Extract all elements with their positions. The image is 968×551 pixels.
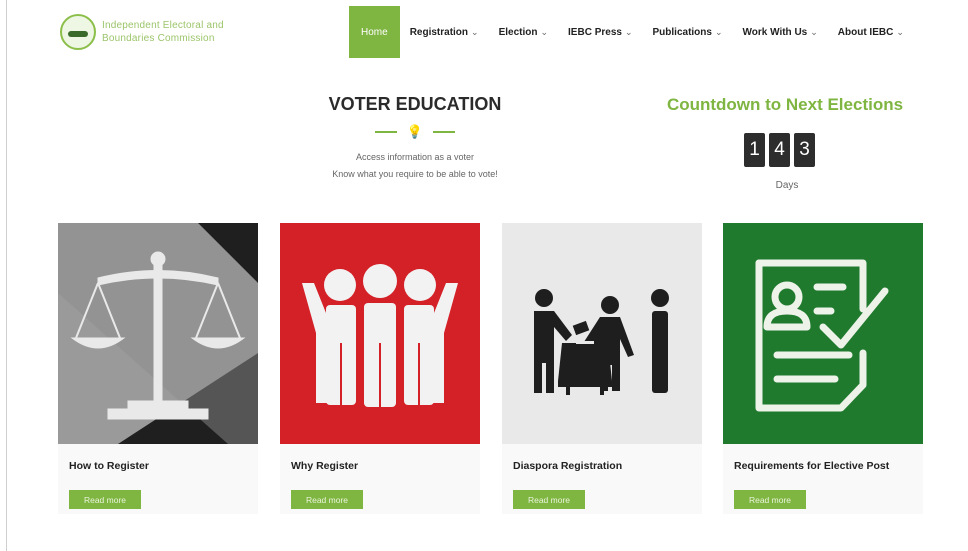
nav-iebc-press[interactable]: IEBC Press ⌄: [558, 6, 642, 58]
logo-line-1: Independent Electoral and: [102, 20, 224, 31]
iebc-logo[interactable]: Independent Electoral and Boundaries Com…: [60, 14, 224, 50]
nav-home[interactable]: Home: [349, 6, 400, 58]
card-why-register[interactable]: Why Register Read more: [280, 223, 480, 514]
nav-election[interactable]: Election ⌄: [489, 6, 558, 58]
card-image[interactable]: [502, 223, 702, 444]
card-title[interactable]: How to Register: [69, 460, 149, 472]
countdown-digit: 3: [794, 133, 815, 167]
card-requirements-elective-post[interactable]: Requirements for Elective Post Read more: [723, 223, 923, 514]
lightbulb-icon: 💡: [406, 124, 424, 139]
countdown-unit: Days: [775, 180, 799, 191]
countdown-digit: 1: [744, 133, 765, 167]
card-diaspora-registration[interactable]: Diaspora Registration Read more: [502, 223, 702, 514]
chevron-down-icon: ⌄: [624, 26, 633, 37]
read-more-button[interactable]: Read more: [513, 490, 585, 509]
nav-work-with-us[interactable]: Work With Us ⌄: [733, 6, 828, 58]
card-caption: Why Register Read more: [280, 444, 480, 514]
card-title[interactable]: Requirements for Elective Post: [734, 460, 889, 472]
read-more-button[interactable]: Read more: [734, 490, 806, 509]
chevron-down-icon: ⌄: [471, 26, 479, 37]
iebc-emblem-icon: [60, 14, 96, 50]
card-how-to-register[interactable]: How to Register Read more: [58, 223, 258, 514]
chevron-down-icon: ⌄: [896, 26, 904, 37]
nav-publications[interactable]: Publications ⌄: [643, 6, 733, 58]
main-nav: Home Registration ⌄ Election ⌄ IEBC Press ⌄…: [349, 6, 914, 58]
people-group-icon: [302, 264, 458, 407]
nav-about-iebc[interactable]: About IEBC ⌄: [828, 6, 914, 58]
nav-iebc-press-label: IEBC Press: [568, 26, 622, 38]
nav-election-label: Election: [498, 26, 538, 38]
nav-registration[interactable]: Registration ⌄: [400, 6, 489, 58]
voting-ballot-box-icon: [534, 289, 669, 395]
card-image[interactable]: [723, 223, 923, 444]
section-title: VOTER EDUCATION: [328, 94, 502, 114]
chevron-down-icon: ⌄: [540, 26, 549, 37]
card-caption: How to Register Read more: [58, 444, 258, 514]
read-more-button[interactable]: Read more: [291, 490, 363, 509]
logo-text: Independent Electoral and Boundaries Com…: [102, 19, 224, 45]
card-title[interactable]: Why Register: [291, 460, 358, 472]
countdown-title: Countdown to Next Elections: [666, 95, 904, 114]
nav-registration-label: Registration: [409, 26, 469, 38]
section-subtitle-1: Access information as a voter: [355, 152, 475, 162]
title-divider: 💡: [350, 124, 480, 140]
nav-about-iebc-label: About IEBC: [837, 26, 894, 38]
countdown-digit: 4: [769, 133, 790, 167]
card-image[interactable]: [58, 223, 258, 444]
logo-line-2: Boundaries Commission: [102, 33, 215, 44]
chevron-down-icon: ⌄: [714, 26, 723, 37]
scales-of-justice-icon: [58, 223, 258, 444]
nav-work-with-us-label: Work With Us: [742, 26, 808, 38]
card-image[interactable]: [280, 223, 480, 444]
chevron-down-icon: ⌄: [810, 26, 818, 37]
document-checkmark-icon: [755, 259, 889, 412]
divider-line-right: [433, 131, 456, 133]
read-more-button[interactable]: Read more: [69, 490, 141, 509]
section-subtitle-2: Know what you require to be able to vote…: [332, 169, 498, 179]
nav-publications-label: Publications: [652, 26, 712, 38]
card-caption: Requirements for Elective Post Read more: [723, 444, 923, 514]
divider-line-left: [374, 131, 397, 133]
countdown-digits: 1 4 3: [744, 133, 819, 167]
nav-home-label: Home: [361, 26, 388, 38]
card-title[interactable]: Diaspora Registration: [513, 460, 622, 472]
card-caption: Diaspora Registration Read more: [502, 444, 702, 514]
